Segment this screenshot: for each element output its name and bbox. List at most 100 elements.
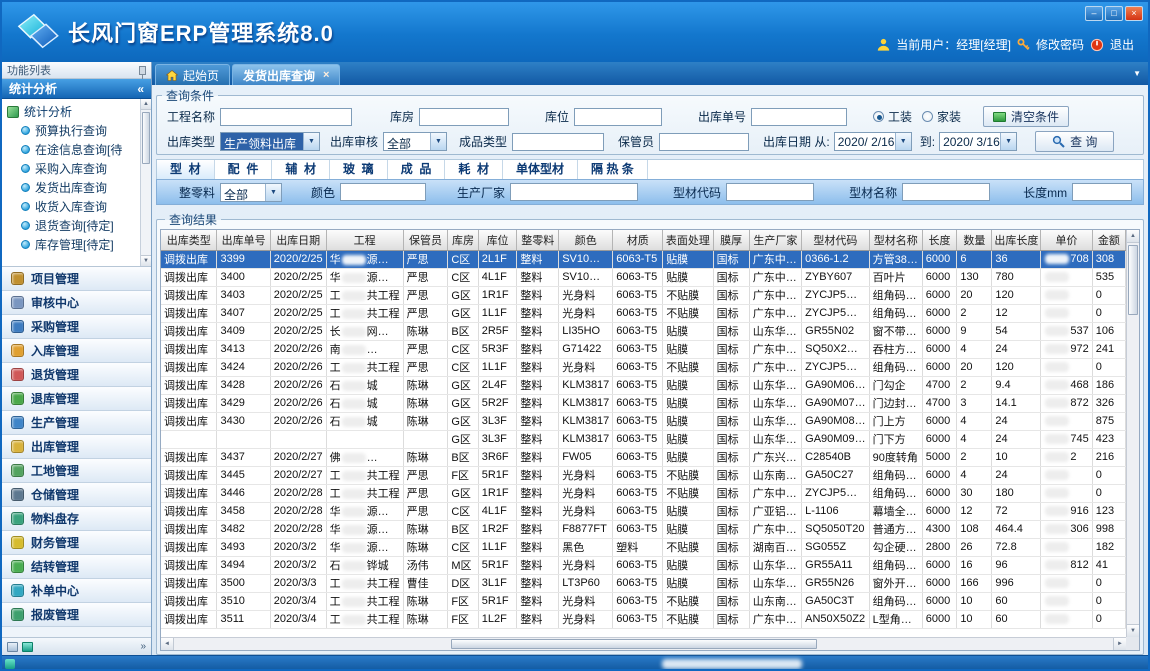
table-row[interactable]: 调拨出库34302020/2/26石城陈琳G区3L3F整料KLM38176063…	[161, 412, 1126, 430]
table-row[interactable]: 调拨出库34072020/2/25工共工程严思G区1L1F整料光身料6063-T…	[161, 304, 1126, 322]
outbound-order-input[interactable]	[751, 108, 847, 126]
product-type-input[interactable]	[512, 133, 604, 151]
material-tab-6[interactable]: 耗 材	[445, 160, 503, 179]
sidebar-item-purchasing[interactable]: 采购管理	[2, 315, 151, 339]
monitor-icon[interactable]	[7, 642, 18, 652]
tab-home[interactable]: 起始页	[155, 64, 230, 85]
sidebar-item-inbound[interactable]: 入库管理	[2, 339, 151, 363]
material-tab-4[interactable]: 玻 璃	[330, 160, 388, 179]
close-button[interactable]: ×	[1125, 6, 1143, 21]
location-input[interactable]	[574, 108, 662, 126]
table-row[interactable]: 调拨出库35102020/3/4工共工程陈琳F区5R1F整料光身料6063-T5…	[161, 592, 1126, 610]
warehouse-input[interactable]	[419, 108, 509, 126]
chevron-more-icon[interactable]: »	[140, 641, 146, 652]
table-row[interactable]: 调拨出库34942020/3/2石铧城汤伟M区5R1F整料光身料6063-T5贴…	[161, 556, 1126, 574]
keeper-input[interactable]	[659, 133, 749, 151]
column-header[interactable]: 单价	[1041, 230, 1092, 250]
tree-root[interactable]: 统计分析	[7, 102, 139, 121]
table-row[interactable]: 调拨出库34092020/2/25长网…陈琳B区2R5F整料LI35HO6063…	[161, 322, 1126, 340]
column-header[interactable]: 出库单号	[217, 230, 270, 250]
dropdown-arrow-icon[interactable]	[265, 184, 281, 201]
column-header[interactable]: 出库长度	[992, 230, 1041, 250]
tree-item[interactable]: 采购入库查询	[7, 159, 139, 178]
date-to-picker[interactable]: 2020/ 3/16	[939, 132, 1017, 151]
sidebar-item-outbound[interactable]: 出库管理	[2, 435, 151, 459]
table-row[interactable]: 调拨出库33992020/2/25华源…严思C区2L1F整料SV10…6063-…	[161, 250, 1126, 268]
collapse-chevron-icon[interactable]: «	[137, 82, 144, 96]
whole-part-select[interactable]: 全部	[220, 183, 282, 202]
table-row[interactable]: 调拨出库35112020/3/4工共工程陈琳F区1L2F整料光身料6063-T5…	[161, 610, 1126, 628]
dropdown-arrow-icon[interactable]	[430, 133, 446, 150]
sidebar-item-production[interactable]: 生产管理	[2, 411, 151, 435]
sidebar-item-inventory-count[interactable]: 物料盘存	[2, 507, 151, 531]
material-tab-1[interactable]: 型 材	[157, 160, 215, 179]
sidebar-item-warehouse[interactable]: 仓储管理	[2, 483, 151, 507]
material-tab-3[interactable]: 辅 材	[272, 160, 330, 179]
scroll-up-icon[interactable]: ▲	[141, 99, 151, 110]
tree-item[interactable]: 退货查询[待定]	[7, 216, 139, 235]
grid-view-icon[interactable]	[22, 642, 33, 652]
table-row[interactable]: 调拨出库34822020/2/28华源…陈琳B区1R2F整料F8877FT606…	[161, 520, 1126, 538]
profile-code-input[interactable]	[726, 183, 814, 201]
change-password-link[interactable]: 修改密码	[1036, 36, 1084, 53]
tree-scroll-thumb[interactable]	[142, 112, 150, 164]
column-header[interactable]: 整零料	[517, 230, 559, 250]
grid-horizontal-scrollbar[interactable]: ◄ ►	[161, 637, 1126, 650]
sidebar-item-reorder-center[interactable]: 补单中心	[2, 579, 151, 603]
table-row[interactable]: 调拨出库34132020/2/26南…严思C区5R3F整料G714226063-…	[161, 340, 1126, 358]
clear-conditions-button[interactable]: 清空条件	[983, 106, 1069, 127]
sidebar-item-finance[interactable]: 财务管理	[2, 531, 151, 555]
column-header[interactable]: 保管员	[403, 230, 448, 250]
logout-button[interactable]: 退出	[1110, 36, 1134, 53]
column-header[interactable]: 表面处理	[663, 230, 713, 250]
table-row[interactable]: 调拨出库34002020/2/25华源…严思C区4L1F整料SV10…6063-…	[161, 268, 1126, 286]
table-row[interactable]: 调拨出库34282020/2/26石城陈琳G区2L4F整料KLM38176063…	[161, 376, 1126, 394]
tree-scrollbar[interactable]: ▲ ▼	[140, 99, 151, 266]
radio-jiazhuang[interactable]: 家装	[922, 108, 961, 125]
sidebar-item-audit-center[interactable]: 审核中心	[2, 291, 151, 315]
material-tab-5[interactable]: 成 品	[388, 160, 446, 179]
sidebar-item-stock-return[interactable]: 退库管理	[2, 387, 151, 411]
scroll-left-icon[interactable]: ◄	[161, 638, 174, 650]
tab-shipping-outbound-query[interactable]: 发货出库查询 ×	[232, 64, 340, 85]
date-from-picker[interactable]: 2020/ 2/16	[834, 132, 912, 151]
material-tab-2[interactable]: 配 件	[215, 160, 273, 179]
table-row[interactable]: 调拨出库34292020/2/26石城陈琳G区5R2F整料KLM38176063…	[161, 394, 1126, 412]
sidebar-item-scrap[interactable]: 报废管理	[2, 603, 151, 627]
color-input[interactable]	[340, 183, 426, 201]
scroll-down-icon[interactable]: ▼	[1127, 624, 1139, 637]
profile-name-input[interactable]	[902, 183, 990, 201]
minimize-button[interactable]: –	[1085, 6, 1103, 21]
table-row[interactable]: 调拨出库34032020/2/25工共工程严思G区1R1F整料光身料6063-T…	[161, 286, 1126, 304]
column-header[interactable]: 生产厂家	[749, 230, 801, 250]
maximize-button[interactable]: □	[1105, 6, 1123, 21]
dropdown-arrow-icon[interactable]	[303, 133, 319, 150]
search-button[interactable]: 查 询	[1035, 131, 1114, 152]
column-header[interactable]: 数量	[957, 230, 992, 250]
dropdown-arrow-icon[interactable]	[895, 133, 911, 150]
tab-close-icon[interactable]: ×	[323, 69, 329, 81]
column-header[interactable]: 型材代码	[802, 230, 870, 250]
scroll-up-icon[interactable]: ▲	[1127, 230, 1139, 243]
column-header[interactable]: 库房	[448, 230, 478, 250]
material-tab-8[interactable]: 隔 热 条	[578, 160, 648, 179]
column-header[interactable]: 型材名称	[869, 230, 922, 250]
table-row[interactable]: G区3L3F整料KLM38176063-T5贴膜国标山东华…GA90M09…门下…	[161, 430, 1126, 448]
column-header[interactable]: 出库类型	[161, 230, 217, 250]
table-row[interactable]: 调拨出库35002020/3/3工共工程曹佳D区3L1F整料LT3P606063…	[161, 574, 1126, 592]
column-header[interactable]: 金额	[1092, 230, 1125, 250]
manufacturer-input[interactable]	[510, 183, 638, 201]
sidebar-item-project-management[interactable]: 项目管理	[2, 267, 151, 291]
table-row[interactable]: 调拨出库34932020/3/2华源…陈琳C区1L1F整料黑色塑料不贴膜国标湖南…	[161, 538, 1126, 556]
column-header[interactable]: 工程	[326, 230, 403, 250]
table-row[interactable]: 调拨出库34582020/2/28华源…严思C区4L1F整料光身料6063-T5…	[161, 502, 1126, 520]
section-header-stats[interactable]: 统计分析 «	[2, 79, 151, 99]
outbound-audit-select[interactable]: 全部	[383, 132, 447, 151]
tree-item[interactable]: 在途信息查询[待	[7, 140, 139, 159]
sidebar-item-carryover[interactable]: 结转管理	[2, 555, 151, 579]
length-input[interactable]	[1072, 183, 1132, 201]
table-row[interactable]: 调拨出库34462020/2/28工共工程严思G区1R1F整料光身料6063-T…	[161, 484, 1126, 502]
material-tab-7[interactable]: 单体型材	[503, 160, 578, 179]
pin-icon[interactable]	[139, 66, 146, 75]
column-header[interactable]: 长度	[922, 230, 957, 250]
